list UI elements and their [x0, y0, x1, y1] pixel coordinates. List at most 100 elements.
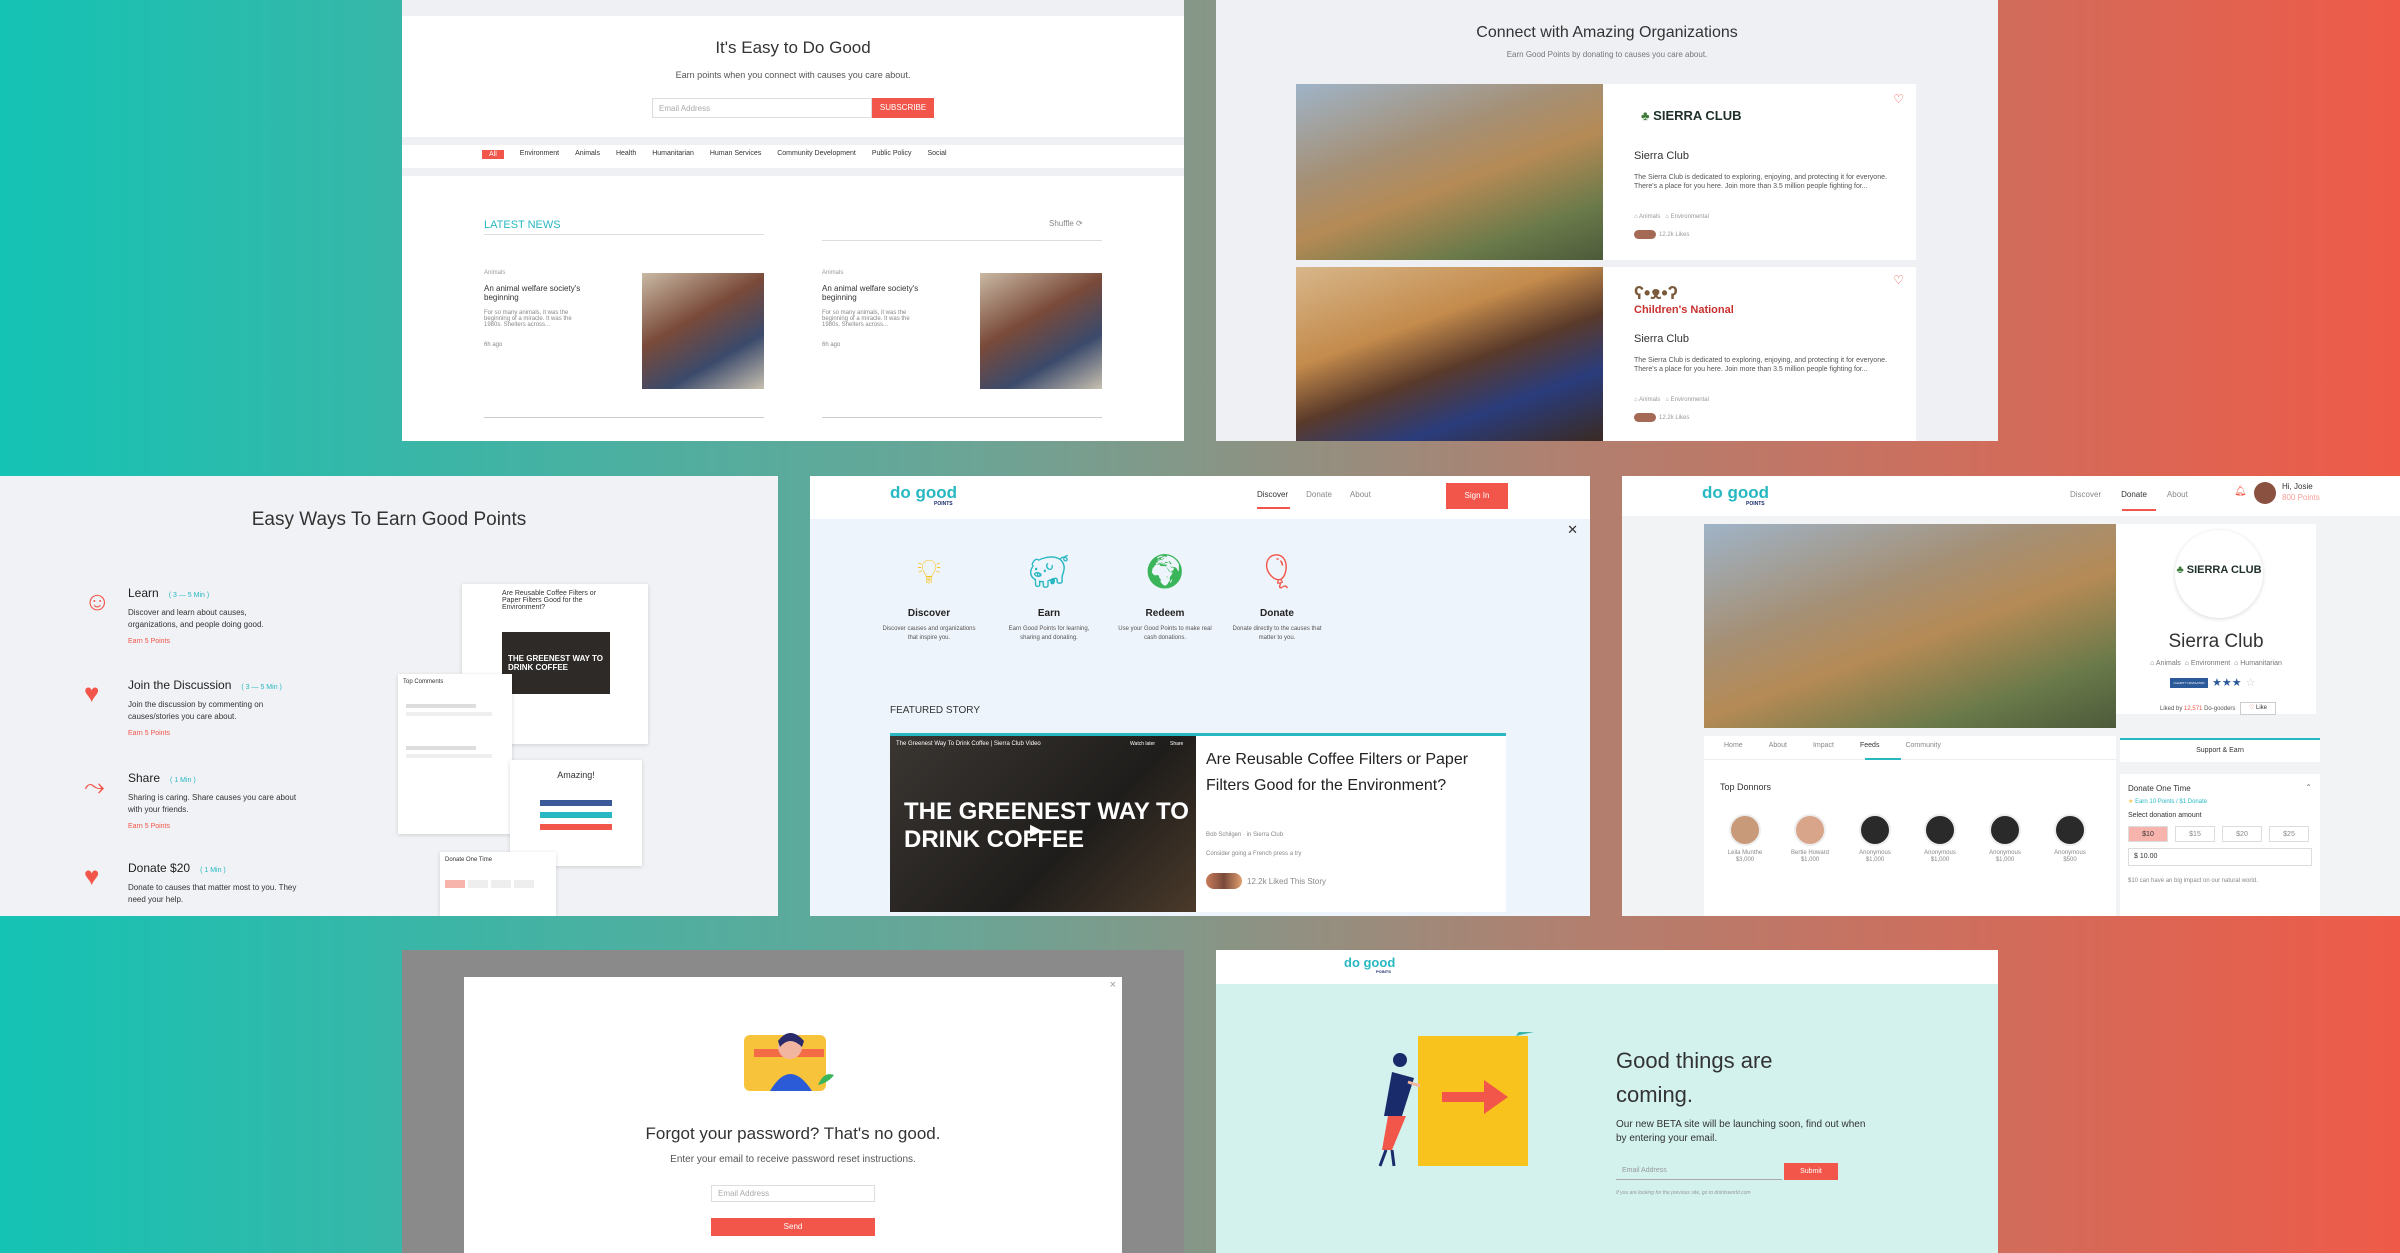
- chevron-up-icon[interactable]: ⌃: [2305, 783, 2312, 792]
- email-input[interactable]: Email Address: [1616, 1163, 1782, 1180]
- profile-tab[interactable]: Community: [1905, 742, 1940, 749]
- sign-in-button[interactable]: Sign In: [1446, 483, 1508, 509]
- org-card[interactable]: ʕ•ᴥ•ʔ Children's National Sierra Club The…: [1296, 267, 1916, 441]
- featured-video[interactable]: The Greenest Way To Drink Coffee | Sierr…: [890, 736, 1196, 912]
- mock-video: THE GREENEST WAY TO DRINK COFFEE: [502, 632, 610, 694]
- tag-icon: ⌂: [2150, 660, 2155, 667]
- logo[interactable]: do good POINTS: [890, 484, 957, 507]
- donor: Anonymous $1,000: [1980, 814, 2030, 863]
- nav-item[interactable]: Discover: [2070, 490, 2101, 499]
- earn-item-desc: Discover and learn about causes, organiz…: [128, 608, 264, 629]
- nav-item[interactable]: About: [1350, 490, 1371, 499]
- globe-hand-icon: 🌍︎: [1143, 553, 1187, 591]
- story-likes: 12.2k Liked This Story: [1206, 873, 1326, 889]
- feature-card[interactable]: 💡︎ Discover Discover causes and organizati…: [874, 546, 984, 643]
- org-card[interactable]: ♣ SIERRA CLUB Sierra Club The Sierra Clu…: [1296, 84, 1916, 260]
- watch-later-button[interactable]: Watch later: [1130, 741, 1155, 747]
- donor-amount: $3,000: [1735, 857, 1755, 863]
- earn-item: ☺ Learn ( 3 — 5 Min ) Discover and learn a…: [84, 586, 368, 645]
- category-tab[interactable]: Environment: [520, 150, 559, 159]
- donor: Anonymous $1,000: [1915, 814, 1965, 863]
- profile-tab[interactable]: About: [1769, 742, 1787, 749]
- video-overlay-text: THE GREENEST WAY TO DRINK COFFEE: [904, 798, 1189, 853]
- support-earn-tab[interactable]: Support & Earn: [2120, 738, 2320, 762]
- category-tab[interactable]: Public Policy: [872, 150, 912, 159]
- org-hero-image: [1704, 524, 2116, 728]
- story-card[interactable]: Are Reusable Coffee Filters or Paper Fil…: [1196, 736, 1506, 912]
- category-tab[interactable]: Human Services: [710, 150, 761, 159]
- donate-hand-icon: ♥: [84, 861, 100, 891]
- profile-tab[interactable]: Impact: [1813, 742, 1834, 749]
- mock-comments-card: Top Comments: [398, 674, 512, 834]
- feature-desc: Earn Good Points for learning, sharing a…: [1008, 626, 1090, 641]
- heart-icon[interactable]: ♡: [1893, 92, 1904, 106]
- earn-item-desc: Sharing is caring. Share causes you care…: [128, 793, 297, 814]
- panel-discover-modal: do good POINTS Discover Donate About Sign …: [810, 476, 1590, 916]
- earn-item-name: Share: [128, 771, 161, 785]
- nav-item[interactable]: About: [2167, 490, 2188, 499]
- nav-item[interactable]: Discover: [1257, 490, 1288, 499]
- donor-avatar: [1924, 814, 1956, 846]
- email-input[interactable]: Email Address: [652, 98, 872, 118]
- nav-underline: [1257, 507, 1290, 509]
- amount-option[interactable]: $25: [2269, 826, 2309, 842]
- close-icon[interactable]: ✕: [1567, 522, 1578, 538]
- email-input[interactable]: Email Address: [711, 1185, 875, 1202]
- play-icon[interactable]: ▶: [1030, 820, 1042, 840]
- org-name: Sierra Club: [1634, 333, 1690, 345]
- close-icon[interactable]: ×: [1110, 979, 1116, 991]
- category-tab[interactable]: Social: [928, 150, 947, 159]
- feature-card[interactable]: 🌍︎ Redeem Use your Good Points to make rea…: [1110, 546, 1220, 643]
- notification-icon[interactable]: 🔔︎: [2234, 486, 2247, 497]
- donor-name: Bertie Howard: [1790, 850, 1829, 856]
- profile-tab[interactable]: Feeds: [1860, 742, 1879, 749]
- amount-option[interactable]: $20: [2222, 826, 2262, 842]
- nav-item[interactable]: Donate: [1306, 490, 1332, 499]
- category-tab[interactable]: Health: [616, 150, 636, 159]
- news-card[interactable]: Animals An animal welfare society's begi…: [822, 270, 1102, 420]
- avatar[interactable]: [2254, 482, 2276, 504]
- mock-donate-card: Donate One Time: [440, 852, 556, 916]
- send-button[interactable]: Send: [711, 1218, 875, 1236]
- nav-item[interactable]: Donate: [2121, 490, 2147, 499]
- panel-organizations: Connect with Amazing Organizations Earn …: [1216, 0, 1998, 441]
- feature-name: Redeem: [1145, 608, 1185, 619]
- like-button[interactable]: ♡ Like: [2240, 702, 2276, 715]
- category-tab[interactable]: Community Development: [777, 150, 856, 159]
- amount-option[interactable]: $15: [2175, 826, 2215, 842]
- category-tab[interactable]: Humanitarian: [652, 150, 694, 159]
- featured-label: FEATURED STORY: [890, 705, 981, 716]
- amount-option[interactable]: $10: [2128, 826, 2168, 842]
- share-button[interactable]: Share: [1170, 741, 1183, 747]
- main-nav: Discover Donate About: [1257, 490, 1371, 499]
- earn-item-name: Join the Discussion: [128, 678, 232, 692]
- category-bar: All Environment Animals Health Humanitarian H…: [482, 150, 947, 159]
- heart-icon[interactable]: ♡: [1893, 273, 1904, 287]
- earn-item-points: Earn 5 Points: [128, 638, 171, 645]
- profile-tab[interactable]: Home: [1724, 742, 1743, 749]
- rating: CHARITY NAVIGATOR ★★★ ☆: [2170, 676, 2255, 689]
- amount-input[interactable]: $ 10.00: [2128, 848, 2312, 866]
- select-amount-label: Select donation amount: [2128, 812, 2202, 819]
- feature-desc: Discover causes and organizations that i…: [882, 626, 976, 641]
- feature-card[interactable]: 🎈︎ Donate Donate directly to the causes th…: [1222, 546, 1332, 643]
- donate-card: Donate One Time ⌃ ★ Earn 10 Points / $1 …: [2120, 774, 2320, 916]
- logo[interactable]: do good POINTS: [1702, 484, 1769, 507]
- logo[interactable]: do good POINTS: [1344, 956, 1395, 974]
- donor-amount: $1,000: [1800, 857, 1820, 863]
- category-tab[interactable]: Animals: [575, 150, 600, 159]
- feature-name: Donate: [1260, 608, 1294, 619]
- shuffle-button[interactable]: Shuffle ⟳: [1049, 219, 1083, 228]
- submit-button[interactable]: Submit: [1784, 1163, 1838, 1180]
- subscribe-button[interactable]: SUBSCRIBE: [872, 98, 934, 118]
- org-name: Sierra Club: [1634, 150, 1690, 162]
- category-tab[interactable]: All: [482, 150, 504, 159]
- org-image: [1296, 84, 1603, 260]
- panel-earn-points: Easy Ways To Earn Good Points ☺ Learn ( 3…: [0, 476, 778, 916]
- heart-icon: ♡: [2248, 705, 2255, 711]
- earn-item-name: Donate $20: [128, 861, 191, 875]
- illustration: [734, 1021, 844, 1107]
- panel-coming-soon: do good POINTS Good things are coming. O…: [1216, 950, 1998, 1253]
- feature-card[interactable]: 🐖︎ Earn Earn Good Points for learning, sha…: [994, 546, 1104, 643]
- news-card[interactable]: Animals An animal welfare society's begi…: [484, 270, 764, 420]
